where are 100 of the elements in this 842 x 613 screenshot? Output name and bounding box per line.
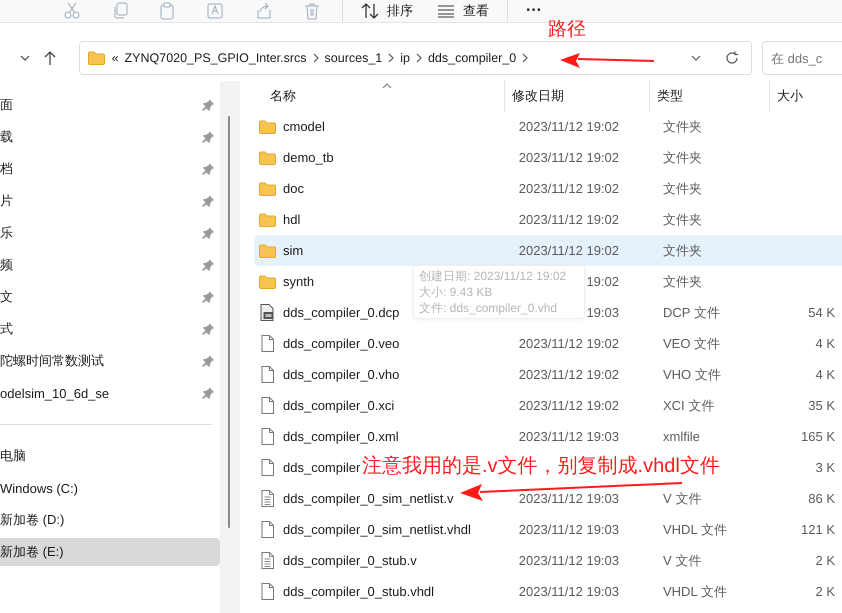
modified-date: 2023/11/12 19:03 bbox=[518, 522, 619, 537]
file-type: VHDL 文件 bbox=[663, 582, 728, 600]
chevron-right-icon bbox=[522, 53, 528, 63]
folder-icon bbox=[259, 244, 276, 258]
file-type: VHO 文件 bbox=[663, 366, 722, 384]
column-header[interactable]: 类型 bbox=[649, 81, 769, 111]
file-name: dds_compiler_0.xci bbox=[283, 398, 394, 413]
file-size: 54 K bbox=[807, 305, 836, 320]
sidebar-item[interactable]: 档 bbox=[0, 153, 220, 185]
tooltip-line: 创建日期: 2023/11/12 19:02 bbox=[419, 268, 568, 284]
search-field[interactable]: 在 dds_c bbox=[762, 41, 842, 75]
file-type: 文件夹 bbox=[663, 210, 703, 228]
modified-date: 2023/11/12 19:02 bbox=[518, 181, 619, 196]
pin-icon bbox=[202, 355, 214, 367]
path-crumb[interactable]: dds_compiler_0 bbox=[424, 51, 520, 65]
file-size: 4 K bbox=[814, 367, 836, 382]
package-file-icon bbox=[259, 304, 276, 321]
sidebar-item[interactable]: 电脑 bbox=[0, 440, 220, 472]
list-view-icon bbox=[437, 4, 455, 18]
modified-date: 2023/11/12 19:03 bbox=[518, 553, 619, 568]
path-crumb[interactable]: ZYNQ7020_PS_GPIO_Inter.srcs bbox=[122, 51, 310, 65]
pin-icon bbox=[202, 163, 214, 175]
sidebar-item[interactable]: 面 bbox=[0, 89, 220, 121]
tooltip-line: 大小: 9.43 KB bbox=[419, 284, 494, 300]
sidebar-item[interactable]: odelsim_10_6d_se bbox=[0, 377, 220, 409]
path-crumb[interactable]: sources_1 bbox=[322, 51, 386, 65]
more-button[interactable]: ··· bbox=[514, 0, 554, 22]
annotation-text: 注意我用的是.v文件，别复制成.vhdl文件 bbox=[362, 454, 720, 478]
folder-icon bbox=[259, 150, 276, 164]
sort-ascending-icon bbox=[382, 83, 392, 89]
modified-date: 2023/11/12 19:02 bbox=[518, 119, 619, 134]
modified-date: 2023/11/12 19:02 bbox=[518, 367, 619, 382]
file-name: dds_compiler_0_sim_netlist.vhdl bbox=[283, 522, 471, 537]
file-name: dds_compiler_0.veo bbox=[283, 336, 400, 351]
document-icon bbox=[259, 583, 276, 600]
sidebar-item[interactable]: 乐 bbox=[0, 217, 220, 249]
column-header[interactable]: 名称 bbox=[240, 81, 504, 111]
chevron-right-icon bbox=[312, 53, 319, 63]
sidebar-item[interactable]: 陀螺时间常数测试 bbox=[0, 345, 220, 377]
document-icon bbox=[259, 428, 276, 445]
file-type: 文件夹 bbox=[663, 242, 703, 260]
modified-date: 2023/11/12 19:03 bbox=[518, 584, 619, 599]
refresh-icon bbox=[725, 51, 739, 65]
modified-date: 19:02 bbox=[586, 274, 619, 289]
sidebar-item[interactable]: 新加卷 (E:) bbox=[0, 538, 220, 566]
sidebar-item[interactable]: 式 bbox=[0, 313, 220, 345]
column-header[interactable]: 修改日期 bbox=[504, 81, 649, 111]
share-icon[interactable] bbox=[255, 2, 273, 20]
file-name: dds_compiler_0_stub.vhdl bbox=[283, 584, 434, 599]
modified-date: 2023/11/12 19:02 bbox=[518, 398, 619, 413]
file-type: 文件夹 bbox=[663, 118, 703, 136]
sidebar-item[interactable]: 新加卷 (D:) bbox=[0, 504, 220, 536]
sidebar-item[interactable]: Windows (C:) bbox=[0, 472, 220, 504]
pin-icon bbox=[202, 227, 214, 239]
file-name: sim bbox=[283, 243, 304, 258]
highlighted-row[interactable]: sim 2023/11/12 19:02 文件夹 bbox=[254, 235, 842, 266]
chevron-down-icon bbox=[691, 54, 701, 62]
sidebar-item[interactable]: 载 bbox=[0, 121, 220, 153]
file-type: DCP 文件 bbox=[663, 304, 721, 322]
rename-icon[interactable] bbox=[207, 2, 225, 20]
modified-date: 2023/11/12 19:02 bbox=[518, 150, 619, 165]
document-icon bbox=[259, 397, 276, 414]
folder-icon bbox=[259, 274, 276, 288]
scissors-icon[interactable] bbox=[63, 2, 81, 20]
column-header[interactable]: 大小 bbox=[769, 81, 827, 111]
annotation-text: 路径 bbox=[548, 20, 586, 40]
pin-icon bbox=[202, 195, 214, 207]
document-icon bbox=[259, 521, 276, 538]
text-file-icon bbox=[259, 552, 276, 569]
file-size: 4 K bbox=[814, 336, 836, 351]
file-type: V 文件 bbox=[663, 490, 702, 508]
sidebar-item[interactable]: 文 bbox=[0, 281, 220, 313]
modified-date: 2023/11/12 19:02 bbox=[518, 243, 619, 258]
pin-icon bbox=[202, 387, 214, 399]
file-size: 2 K bbox=[814, 553, 836, 568]
trash-icon[interactable] bbox=[303, 2, 321, 20]
sidebar-item[interactable]: 频 bbox=[0, 249, 220, 281]
view-button[interactable]: 查看 bbox=[425, 0, 501, 22]
file-name: cmodel bbox=[283, 119, 325, 134]
file-type: xmlfile bbox=[663, 429, 701, 444]
file-type: VHDL 文件 bbox=[663, 520, 728, 538]
sidebar-item[interactable]: 片 bbox=[0, 185, 220, 217]
document-icon bbox=[259, 335, 276, 352]
file-size: 2 K bbox=[814, 584, 836, 599]
document-icon bbox=[259, 366, 276, 383]
chevron-right-icon bbox=[388, 53, 394, 63]
file-name: hdl bbox=[283, 212, 300, 227]
path-crumb[interactable]: ip bbox=[397, 51, 413, 65]
scrollbar[interactable] bbox=[220, 81, 240, 613]
address-bar[interactable]: « ZYNQ7020_PS_GPIO_Inter.srcs sources_1 ip dds_compiler_0 bbox=[78, 41, 752, 75]
overflow-crumb[interactable]: « bbox=[108, 51, 122, 65]
file-size: 165 K bbox=[800, 429, 836, 444]
sort-icon bbox=[361, 3, 379, 19]
modified-date: 2023/11/12 19:02 bbox=[518, 212, 619, 227]
file-name: dds_compiler_0.vho bbox=[283, 367, 400, 382]
file-name: dds_compiler_0_stub.v bbox=[283, 553, 417, 568]
file-name: dds_compiler bbox=[283, 460, 360, 475]
file-type: V 文件 bbox=[663, 552, 702, 570]
text-file-icon bbox=[259, 490, 276, 507]
sort-button[interactable]: 排序 bbox=[349, 0, 425, 22]
